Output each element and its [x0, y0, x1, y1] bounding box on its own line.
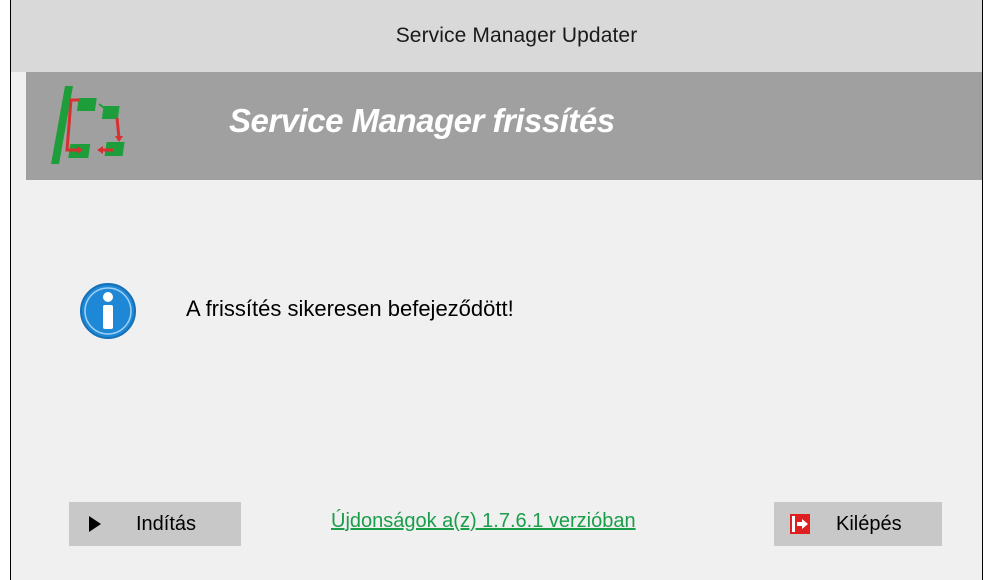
updater-window: Service Manager Updater Service Manager … [10, 0, 983, 580]
play-triangle-icon [89, 516, 101, 532]
window-title: Service Manager Updater [395, 24, 638, 47]
exit-door-icon [790, 514, 810, 534]
exit-button[interactable]: Kilépés [774, 502, 942, 546]
header-banner: Service Manager frissítés [26, 72, 982, 180]
status-message: A frissítés sikeresen befejeződött! [186, 296, 514, 321]
exit-button-label: Kilépés [836, 513, 902, 535]
whats-new-link[interactable]: Újdonságok a(z) 1.7.6.1 verzióban [331, 510, 636, 533]
info-icon [80, 283, 136, 339]
service-manager-logo-icon [51, 86, 125, 164]
title-bar[interactable]: Service Manager Updater [11, 0, 982, 72]
start-button[interactable]: Indítás [69, 502, 241, 546]
start-button-label: Indítás [136, 513, 197, 535]
banner-title: Service Manager frissítés [229, 102, 615, 139]
